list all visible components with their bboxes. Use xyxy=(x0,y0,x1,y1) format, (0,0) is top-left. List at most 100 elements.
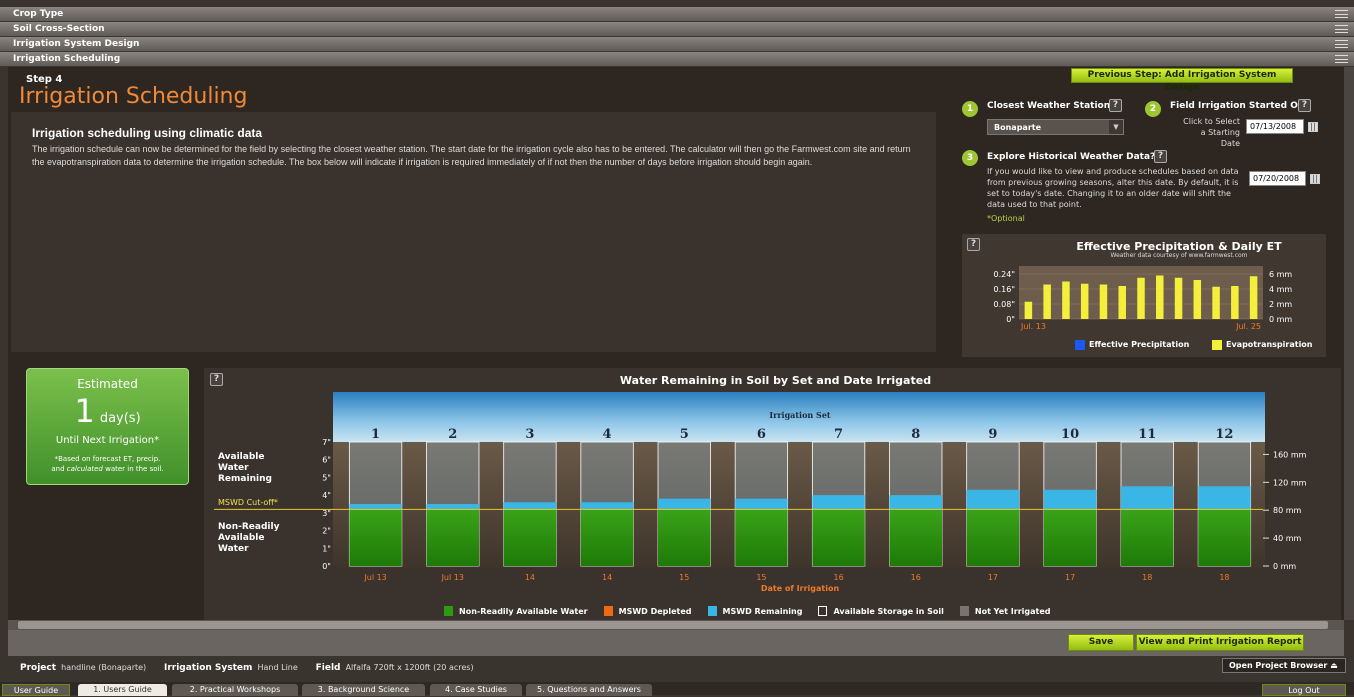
legend-label: MSWD Remaining xyxy=(722,607,803,616)
set-number-label: 6 xyxy=(757,427,766,442)
chevron-down-icon[interactable]: ▼ xyxy=(1109,120,1123,134)
y2-tick-label: 4 mm xyxy=(1269,285,1292,294)
y-tick-label: 2" xyxy=(322,527,331,536)
project-key: Project xyxy=(20,663,57,673)
date-tick-label: Jul 13 xyxy=(441,573,464,582)
date-tick-label: Jul 13 xyxy=(363,573,386,582)
y2-tick-label: 40 mm xyxy=(1273,534,1302,543)
legend-swatch-et xyxy=(1212,340,1222,350)
set-number-label: 12 xyxy=(1215,427,1233,442)
water-chart-svg: 7" 6" 5" 4" 3" 2" 1" 0" 160 mm 120 mm 80 mm 40 mm 0 … xyxy=(214,392,1307,593)
legend-item: Non-Readily Available Water xyxy=(444,606,588,616)
calendar-icon[interactable] xyxy=(1308,122,1318,132)
print-report-button[interactable]: View and Print Irrigation Report xyxy=(1136,634,1304,651)
scrollbar-thumb[interactable] xyxy=(18,621,1328,629)
nonready-bar xyxy=(735,509,788,566)
accordion-soil-cross-section[interactable]: Soil Cross-Section xyxy=(0,22,1354,37)
estimate-note-line: *Based on forecast ET, precip. xyxy=(54,455,161,463)
previous-step-button[interactable]: Previous Step: Add Irrigation System Des… xyxy=(1071,68,1293,93)
y2-tick-label: 160 mm xyxy=(1273,450,1307,459)
y-tick-label: 1" xyxy=(322,544,331,553)
tab-users-guide[interactable]: 1. Users Guide xyxy=(78,684,167,696)
accordion-crop-type[interactable]: Crop Type xyxy=(0,7,1354,22)
estimate-box: Estimated 1 day(s) Until Next Irrigation… xyxy=(26,368,189,485)
calendar-icon[interactable] xyxy=(1310,174,1320,184)
et-bar xyxy=(1024,301,1033,319)
et-bar xyxy=(1193,280,1202,319)
open-project-browser-button[interactable]: Open Project Browser ⏏ xyxy=(1222,658,1346,673)
history-date-input[interactable]: 07/20/2008 xyxy=(1249,171,1306,186)
start-hint-line: Click to Select xyxy=(1183,117,1240,126)
help-icon[interactable]: ? xyxy=(1154,150,1167,163)
remaining-bar xyxy=(812,495,865,510)
horizontal-scrollbar[interactable] xyxy=(8,620,1344,630)
intro-body: The irrigation schedule can now be deter… xyxy=(32,144,911,167)
nonready-bar xyxy=(1121,509,1174,566)
save-button[interactable]: Save xyxy=(1068,634,1134,651)
y-tick-label: 0" xyxy=(322,562,331,571)
system-key: Irrigation System xyxy=(163,663,253,673)
estimate-value: 1 xyxy=(74,392,95,430)
history-label: Explore Historical Weather Data?* xyxy=(987,152,1160,162)
accordion-label: Irrigation Scheduling xyxy=(13,54,121,64)
accordion-irrigation-system-design[interactable]: Irrigation System Design xyxy=(0,37,1354,52)
remaining-bar xyxy=(966,489,1020,510)
legend-swatch xyxy=(603,606,613,616)
y2-tick-label: 6 mm xyxy=(1269,270,1292,279)
status-bar: Project handline (Bonaparte) Irrigation … xyxy=(0,656,1354,682)
estimate-until: Until Next Irrigation* xyxy=(55,435,160,446)
log-out-button[interactable]: Log Out xyxy=(1262,684,1346,696)
tab-case-studies[interactable]: 4. Case Studies xyxy=(430,684,522,696)
et-bar xyxy=(1212,286,1220,319)
vertical-scrollbar[interactable] xyxy=(1344,67,1354,620)
estimate-note-line: and calculated water in the soil. xyxy=(27,464,188,474)
tab-questions-answers[interactable]: 5. Questions and Answers xyxy=(526,684,652,696)
water-chart-legend: Non-Readily Available Water MSWD Depleted… xyxy=(444,606,1066,616)
tab-practical-workshops[interactable]: 2. Practical Workshops xyxy=(172,684,298,696)
start-hint: Click to Select a Starting Date xyxy=(1182,116,1240,149)
user-guide-tab[interactable]: User Guide xyxy=(2,684,70,696)
y2-tick-label: 0 mm xyxy=(1269,315,1292,324)
date-tick-label: 17 xyxy=(1065,573,1075,582)
date-tick-label: 17 xyxy=(988,573,998,582)
remaining-bar xyxy=(426,504,479,510)
set-number-label: 9 xyxy=(988,427,997,442)
tab-bar: User Guide 1. Users Guide 2. Practical W… xyxy=(0,682,1354,696)
et-bar xyxy=(1062,281,1070,319)
estimate-unit: day(s) xyxy=(99,411,141,426)
start-date-label: Field Irrigation Started On xyxy=(1170,101,1305,111)
legend-label: Non-Readily Available Water xyxy=(459,607,588,616)
set-number-label: 3 xyxy=(525,427,534,442)
estimate-label: Estimated xyxy=(77,377,138,391)
date-tick-label: 15 xyxy=(679,573,689,582)
nonready-bar xyxy=(812,509,865,566)
station-select[interactable]: Bonaparte ▼ xyxy=(987,119,1124,135)
help-icon[interactable]: ? xyxy=(1298,99,1311,112)
help-icon[interactable]: ? xyxy=(1109,99,1122,112)
start-date-input[interactable]: 07/13/2008 xyxy=(1246,119,1304,134)
legend-swatch xyxy=(818,606,828,616)
field-value: Alfalfa 720ft x 1200ft (20 acres) xyxy=(345,663,474,672)
et-bar xyxy=(1137,277,1145,319)
remaining-bar xyxy=(580,502,634,510)
note-text: water in the soil. xyxy=(102,465,164,473)
intro-panel: Irrigation scheduling using climatic dat… xyxy=(11,112,936,352)
date-tick-label: 16 xyxy=(911,573,921,582)
date-tick-label: 18 xyxy=(1142,573,1152,582)
legend-item: Not Yet Irrigated xyxy=(959,606,1050,616)
y-tick-label: 4" xyxy=(322,491,331,500)
nonready-bar xyxy=(889,509,942,566)
set-number-label: 10 xyxy=(1061,427,1079,442)
date-axis-label: Date of Irrigation xyxy=(761,584,840,593)
accordion-label: Irrigation System Design xyxy=(13,39,140,49)
tab-background-science[interactable]: 3. Background Science xyxy=(302,684,425,696)
remaining-bar xyxy=(889,495,942,510)
remaining-bar xyxy=(1121,486,1174,510)
accordion-irrigation-scheduling[interactable]: Irrigation Scheduling xyxy=(0,52,1354,67)
et-bar xyxy=(1174,277,1183,319)
nonready-bar xyxy=(349,509,402,566)
history-text: If you would like to view and produce sc… xyxy=(987,167,1239,209)
grip-icon xyxy=(1335,10,1348,18)
set-number-label: 11 xyxy=(1138,427,1156,442)
set-number-label: 4 xyxy=(603,427,612,442)
